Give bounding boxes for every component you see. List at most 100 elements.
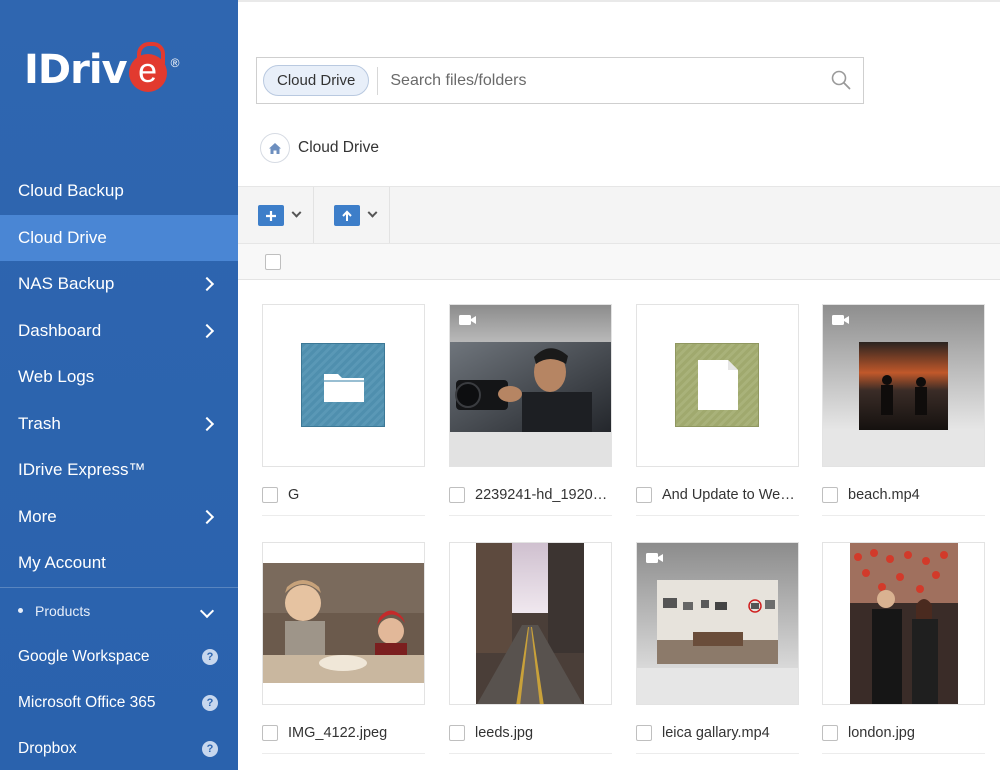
video-frame-gallery — [657, 580, 778, 664]
file-label-row: 2239241-hd_1920_... — [449, 474, 612, 516]
help-icon[interactable]: ? — [202, 741, 218, 758]
sidebar-item-trash[interactable]: Trash — [0, 401, 238, 448]
file-checkbox[interactable] — [636, 486, 652, 503]
folder-icon — [301, 343, 385, 427]
plus-icon — [258, 205, 284, 226]
chevron-right-icon — [199, 416, 215, 431]
sidebar-item-label: NAS Backup — [18, 274, 115, 294]
file-tile[interactable]: IMG_4122.jpeg — [262, 542, 425, 754]
image-thumbnail[interactable] — [822, 542, 985, 705]
search-bar: Cloud Drive — [256, 57, 864, 104]
sidebar-item-cloud-backup[interactable]: Cloud Backup — [0, 168, 238, 215]
video-frame-beach — [859, 342, 948, 430]
image-london-street — [850, 543, 958, 704]
bullet-icon — [18, 608, 23, 613]
file-checkbox[interactable] — [822, 724, 838, 741]
toolbar — [238, 186, 1000, 244]
document-icon — [675, 343, 759, 427]
file-name[interactable]: beach.mp4 — [848, 487, 983, 503]
caret-down-icon — [367, 207, 378, 218]
search-scope-pill[interactable]: Cloud Drive — [263, 65, 370, 96]
sidebar-item-dashboard[interactable]: Dashboard — [0, 308, 238, 355]
select-all-checkbox[interactable] — [265, 254, 281, 270]
file-label-row: And Update to Wee... — [636, 474, 799, 516]
file-tile[interactable]: london.jpg — [822, 542, 985, 754]
file-tile[interactable]: And Update to Wee... — [636, 304, 799, 516]
sidebar-item-label: My Account — [18, 553, 106, 573]
home-icon[interactable] — [260, 133, 290, 163]
file-name[interactable]: IMG_4122.jpeg — [288, 725, 423, 741]
logo-registered-mark: ® — [170, 56, 180, 70]
file-checkbox[interactable] — [822, 486, 838, 503]
video-frame-photographer — [450, 342, 611, 432]
sidebar-item-label: Trash — [18, 413, 61, 433]
breadcrumb-current[interactable]: Cloud Drive — [298, 139, 379, 157]
document-thumbnail[interactable] — [636, 304, 799, 467]
chevron-down-icon — [199, 603, 215, 618]
video-thumbnail[interactable] — [636, 542, 799, 705]
file-name[interactable]: 2239241-hd_1920_... — [475, 487, 610, 503]
sidebar-item-label: Cloud Drive — [18, 227, 107, 247]
file-checkbox[interactable] — [262, 486, 278, 503]
folder-thumbnail[interactable] — [262, 304, 425, 467]
file-tile[interactable]: leica gallary.mp4 — [636, 542, 799, 754]
sidebar-item-nas-backup[interactable]: NAS Backup — [0, 261, 238, 308]
file-tile[interactable]: 2239241-hd_1920_... — [449, 304, 612, 516]
help-icon[interactable]: ? — [202, 694, 218, 711]
sidebar-item-idrive-express[interactable]: IDrive Express™ — [0, 447, 238, 494]
file-name[interactable]: G — [288, 487, 423, 503]
idrive-logo[interactable]: IDriv e ® — [24, 42, 179, 98]
chevron-right-icon — [199, 323, 215, 338]
file-checkbox[interactable] — [262, 724, 278, 741]
sidebar-item-my-account[interactable]: My Account — [0, 540, 238, 587]
sidebar-item-cloud-drive[interactable]: Cloud Drive — [0, 214, 238, 261]
sidebar-item-label: Microsoft Office 365 — [18, 693, 156, 711]
sidebar-item-microsoft-office-365[interactable]: Microsoft Office 365 ? — [0, 680, 238, 726]
file-name[interactable]: london.jpg — [848, 725, 983, 741]
upload-arrow-icon — [334, 205, 360, 226]
image-leeds-street — [476, 543, 584, 704]
sidebar-item-label: Google Workspace — [18, 647, 150, 665]
video-thumbnail[interactable] — [449, 304, 612, 467]
file-label-row: G — [262, 474, 425, 516]
toolbar-divider — [389, 187, 390, 243]
sidebar-item-dropbox[interactable]: Dropbox ? — [0, 726, 238, 772]
file-tile[interactable]: leeds.jpg — [449, 542, 612, 754]
image-kids-dinner — [263, 563, 424, 683]
file-checkbox[interactable] — [449, 486, 465, 503]
file-label-row: IMG_4122.jpeg — [262, 712, 425, 754]
file-label-row: leica gallary.mp4 — [636, 712, 799, 754]
help-icon[interactable]: ? — [202, 648, 218, 665]
sidebar-item-label: Web Logs — [18, 367, 95, 387]
image-thumbnail[interactable] — [449, 542, 612, 705]
sidebar-item-label: Dashboard — [18, 320, 102, 340]
search-divider — [377, 66, 379, 95]
sidebar-item-web-logs[interactable]: Web Logs — [0, 354, 238, 401]
products-toggle[interactable]: Products — [0, 588, 238, 634]
video-camera-icon — [459, 315, 476, 325]
file-label-row: beach.mp4 — [822, 474, 985, 516]
sidebar: IDriv e ® Cloud Backup Cloud Drive NAS B… — [0, 0, 238, 770]
upload-button[interactable] — [334, 205, 378, 226]
new-button[interactable] — [258, 205, 302, 226]
video-thumbnail[interactable] — [822, 304, 985, 467]
file-label-row: london.jpg — [822, 712, 985, 754]
sidebar-item-label: More — [18, 506, 57, 526]
file-tile[interactable]: G — [262, 304, 425, 516]
sidebar-item-more[interactable]: More — [0, 494, 238, 541]
file-name[interactable]: leeds.jpg — [475, 725, 610, 741]
sidebar-item-google-workspace[interactable]: Google Workspace ? — [0, 634, 238, 680]
toolbar-divider — [313, 187, 314, 243]
video-camera-icon — [832, 315, 849, 325]
file-checkbox[interactable] — [636, 724, 652, 741]
search-icon[interactable] — [831, 70, 851, 90]
file-name[interactable]: leica gallary.mp4 — [662, 725, 797, 741]
file-checkbox[interactable] — [449, 724, 465, 741]
top-divider — [238, 0, 1000, 2]
file-name[interactable]: And Update to Wee... — [662, 487, 797, 503]
search-input[interactable] — [390, 71, 811, 90]
image-thumbnail[interactable] — [262, 542, 425, 705]
file-tile[interactable]: beach.mp4 — [822, 304, 985, 516]
breadcrumb: Cloud Drive — [260, 133, 379, 163]
sidebar-item-label: Dropbox — [18, 740, 77, 758]
